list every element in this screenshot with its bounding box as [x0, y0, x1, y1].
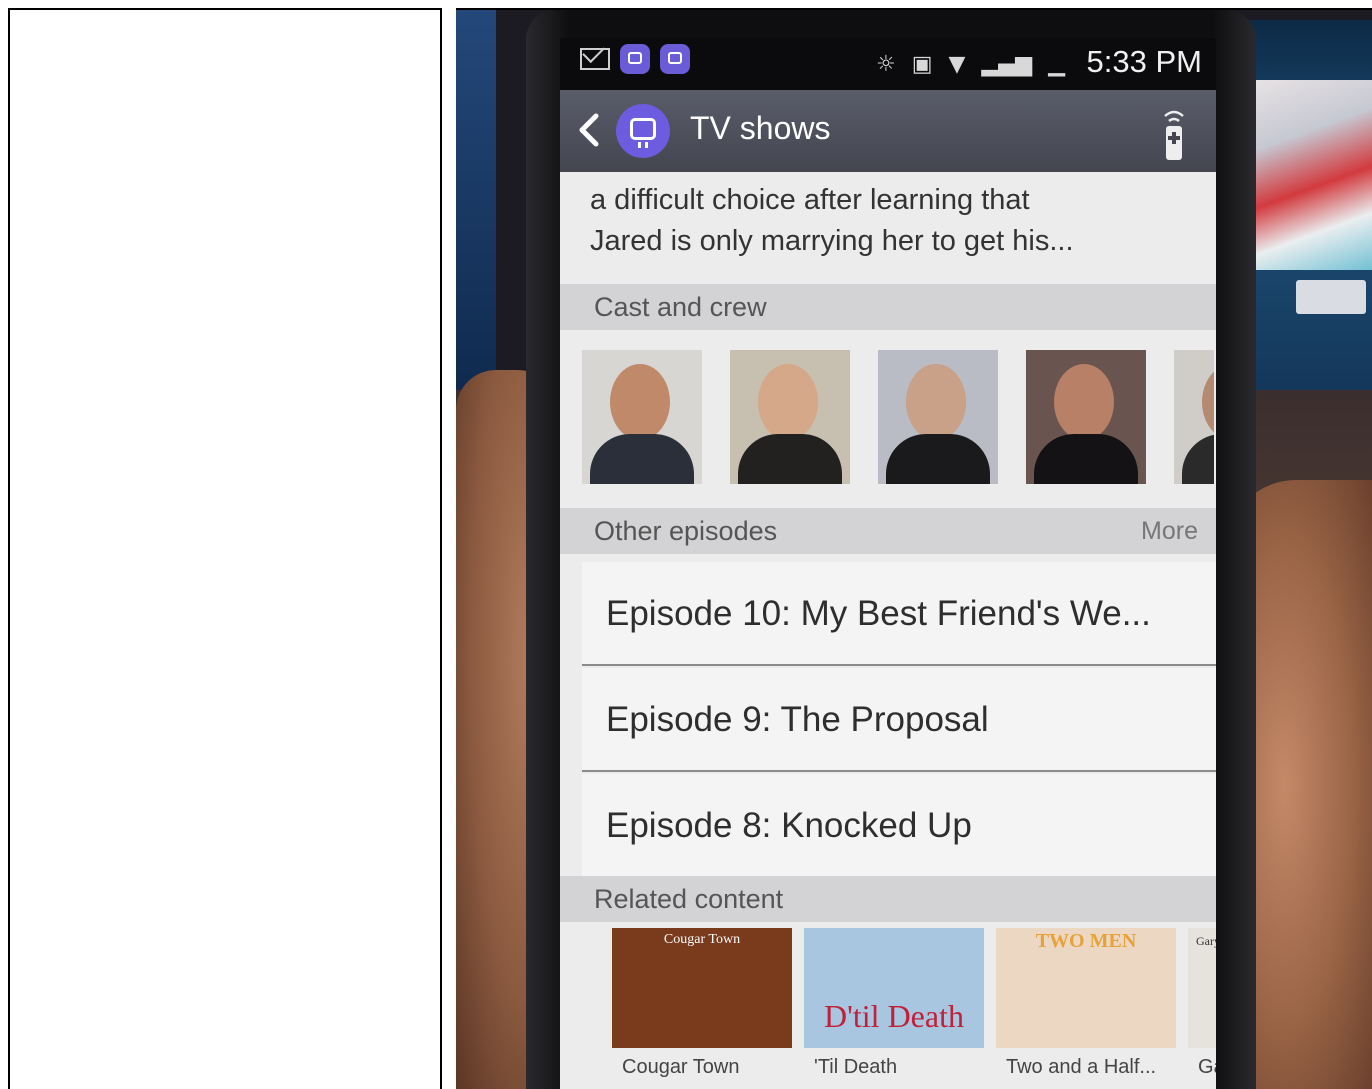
episode-item[interactable]: Episode 8: Knocked Up	[582, 774, 1216, 878]
synopsis-text: a difficult choice after learning that J…	[590, 180, 1190, 262]
app-logo-icon[interactable]	[616, 104, 670, 158]
page-title: TV shows	[690, 110, 831, 146]
cast-member-photo[interactable]	[878, 350, 998, 484]
cast-row	[582, 350, 1216, 486]
section-header-other-episodes: Other episodes More	[560, 508, 1216, 554]
alarm-icon: ☼	[876, 52, 896, 77]
related-label: Cougar Town	[622, 1056, 740, 1078]
related-item[interactable]: Cougar Town Cougar Town	[612, 928, 792, 1089]
section-header-cast: Cast and crew	[560, 284, 1216, 330]
related-label: Two and a Half...	[1006, 1056, 1157, 1078]
notification-icons	[580, 44, 690, 78]
related-label: Ga	[1198, 1056, 1216, 1078]
episode-item[interactable]: Episode 9: The Proposal	[582, 668, 1216, 772]
section-title: Related content	[594, 884, 784, 914]
related-item[interactable]: D'til Death 'Til Death	[804, 928, 984, 1089]
thumbnail-title: Cougar Town	[663, 932, 741, 947]
app-notification-icon	[660, 44, 690, 74]
related-thumbnail: TWO MEN	[996, 928, 1176, 1048]
battery-icon: ▁	[1048, 52, 1066, 77]
photo-frame: ☼ ▣ ▼ ▂▄▆ ▁ 5:33 PM TV shows a difficult…	[456, 8, 1372, 1089]
section-header-related: Related content	[560, 876, 1216, 922]
section-title: Other episodes	[594, 516, 778, 546]
remote-control-icon[interactable]	[1162, 108, 1186, 162]
episode-item[interactable]: Episode 10: My Best Friend's We...	[582, 562, 1216, 666]
cast-member-photo[interactable]	[1174, 350, 1214, 484]
left-blank-panel	[8, 8, 442, 1089]
signal-icon: ▂▄▆	[981, 52, 1033, 77]
related-thumbnail: Cougar Town	[612, 928, 792, 1048]
related-item[interactable]: TWO MEN Two and a Half...	[996, 928, 1176, 1089]
thumbnail-title: TWO MEN	[1035, 930, 1137, 952]
thumbnail-title: D'til Death	[824, 998, 964, 1034]
wifi-icon: ▼	[948, 52, 966, 77]
thumbnail-title: Gary	[1196, 934, 1216, 948]
background-tv-screen	[1256, 80, 1372, 270]
status-time: 5:33 PM	[1086, 44, 1202, 79]
related-content-row: Cougar Town Cougar Town D'til Death 'Til…	[612, 928, 1216, 1089]
synopsis-line: a difficult choice after learning that	[590, 184, 1030, 216]
cast-member-photo[interactable]	[582, 350, 702, 484]
more-link[interactable]: More	[1141, 508, 1198, 554]
synopsis-line: Jared is only marrying her to get his...	[590, 225, 1074, 257]
status-bar: ☼ ▣ ▼ ▂▄▆ ▁ 5:33 PM	[560, 38, 1216, 90]
background-tv-left	[456, 10, 496, 390]
nfc-icon: ▣	[911, 52, 933, 77]
action-bar: TV shows	[560, 90, 1216, 172]
app-notification-icon	[620, 44, 650, 74]
background-tv-bar	[1296, 280, 1366, 314]
phone-screen: ☼ ▣ ▼ ▂▄▆ ▁ 5:33 PM TV shows a difficult…	[560, 38, 1216, 1089]
related-thumbnail: D'til Death	[804, 928, 984, 1048]
section-title: Cast and crew	[594, 292, 767, 322]
related-label: 'Til Death	[814, 1056, 898, 1078]
related-thumbnail: Gary	[1188, 928, 1216, 1048]
back-icon[interactable]	[578, 112, 600, 148]
mail-icon	[580, 48, 610, 70]
related-item[interactable]: Gary Ga	[1188, 928, 1216, 1089]
cast-member-photo[interactable]	[1026, 350, 1146, 484]
system-icons: ☼ ▣ ▼ ▂▄▆ ▁	[876, 52, 1065, 77]
cast-member-photo[interactable]	[730, 350, 850, 484]
